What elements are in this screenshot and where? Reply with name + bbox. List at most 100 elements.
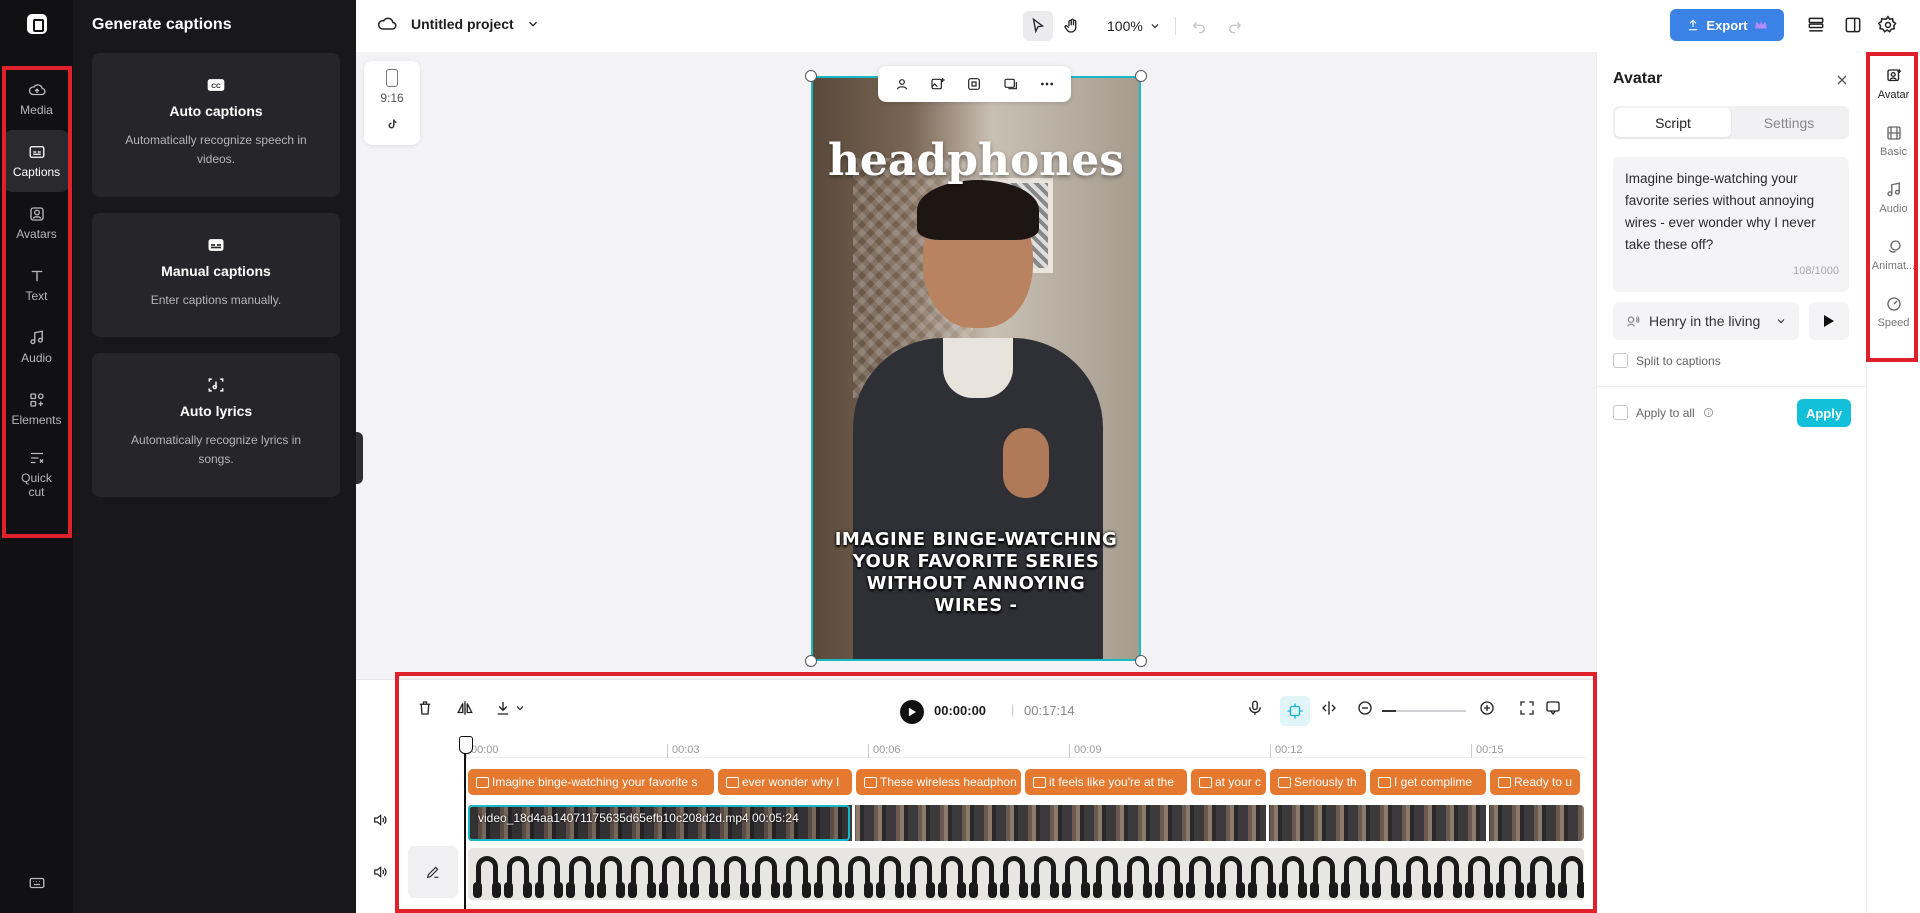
headphones-thumbnail <box>1062 856 1090 898</box>
current-time: 00:00:00 <box>934 703 987 718</box>
timeline-zoom-slider[interactable] <box>1382 710 1466 712</box>
caption-clip[interactable]: Seriously th <box>1270 769 1366 795</box>
trash-icon[interactable] <box>416 699 434 717</box>
layout-panel-icon[interactable] <box>1843 15 1863 35</box>
avatar-icon[interactable] <box>894 76 910 92</box>
time-ruler[interactable]: 00:00 00:03 00:06 00:09 00:12 00:15 <box>466 740 1586 758</box>
auto-captions-card[interactable]: CC Auto captions Automatically recognize… <box>92 53 340 197</box>
headphones-thumbnail <box>504 856 532 898</box>
apply-all-checkbox[interactable] <box>1613 405 1628 420</box>
zoom-dropdown[interactable]: 100% <box>1107 18 1161 34</box>
aspect-ratio-panel[interactable]: 9:16 <box>364 61 420 145</box>
chevron-down-icon <box>1151 24 1159 29</box>
edit-track-button[interactable] <box>408 846 458 898</box>
apply-button[interactable]: Apply <box>1797 399 1851 427</box>
resize-handle[interactable] <box>1135 70 1147 82</box>
headphones-thumbnail <box>1000 856 1028 898</box>
caption-clip[interactable]: Imagine binge-watching your favorite s <box>468 769 714 795</box>
export-button[interactable]: Export <box>1670 9 1784 41</box>
split-captions-checkbox[interactable] <box>1613 353 1628 368</box>
split-icon[interactable] <box>1320 699 1338 717</box>
rail-item-elements[interactable]: Elements <box>4 378 69 440</box>
info-icon[interactable] <box>1703 407 1714 418</box>
zoom-out-icon[interactable] <box>1356 699 1374 717</box>
split-captions-row: Split to captions <box>1613 353 1721 368</box>
crop-icon[interactable] <box>966 76 982 92</box>
microphone-icon[interactable] <box>1246 699 1264 717</box>
script-textarea[interactable]: Imagine binge-watching your favorite ser… <box>1613 157 1849 292</box>
app-logo <box>27 14 47 34</box>
video-track[interactable]: video_18d4aa14071175635d65efb10c208d2d.m… <box>468 805 1584 841</box>
rail-item-quick-cut[interactable]: Quick cut <box>4 440 69 508</box>
zoom-value: 100% <box>1107 18 1143 34</box>
right-rail-label: Audio <box>1879 202 1908 215</box>
image-track[interactable] <box>468 848 1584 900</box>
caption-clip[interactable]: at your c <box>1191 769 1266 795</box>
resize-handle[interactable] <box>805 655 817 667</box>
download-icon[interactable] <box>494 699 512 717</box>
resize-handle[interactable] <box>1135 655 1147 667</box>
aspect-ratio-label: 9:16 <box>380 91 404 105</box>
zoom-in-icon[interactable] <box>1478 699 1496 717</box>
crown-icon <box>1754 20 1767 29</box>
chevron-down-icon[interactable] <box>514 699 526 717</box>
comment-icon[interactable] <box>1544 699 1562 717</box>
playhead[interactable] <box>459 736 473 913</box>
card-desc: Automatically recognize speech in videos… <box>125 133 307 166</box>
split-captions-label: Split to captions <box>1636 353 1721 368</box>
resize-handle[interactable] <box>805 70 817 82</box>
caption-clip[interactable]: ever wonder why I <box>718 769 852 795</box>
rail-item-avatars[interactable]: Avatars <box>4 192 69 254</box>
rail-item-media[interactable]: Media <box>4 68 69 130</box>
caption-clip[interactable]: These wireless headphon <box>856 769 1021 795</box>
timeline-play-button[interactable] <box>900 700 924 724</box>
headphones-thumbnail <box>1155 856 1183 898</box>
timeline-toolbar: 00:00:00 | 00:17:14 <box>356 680 1596 736</box>
tab-script[interactable]: Script <box>1615 108 1731 137</box>
selected-video-clip[interactable]: video_18d4aa14071175635d65efb10c208d2d.m… <box>468 805 850 841</box>
auto-lyrics-card[interactable]: Auto lyrics Automatically recognize lyri… <box>92 353 340 497</box>
headphones-thumbnail <box>1248 856 1276 898</box>
rail-item-captions[interactable]: Captions <box>4 130 69 192</box>
video-preview[interactable]: headphones IMAGINE BINGE-WATCHING YOUR F… <box>811 76 1141 661</box>
speaker-icon[interactable] <box>372 864 388 880</box>
rail-item-audio[interactable]: Audio <box>4 316 69 378</box>
gear-icon[interactable] <box>1878 15 1898 35</box>
right-rail-basic[interactable]: Basic <box>1867 112 1920 169</box>
right-rail-animation[interactable]: Animat... <box>1867 226 1920 283</box>
rail-item-text[interactable]: Text <box>4 254 69 316</box>
keyboard-icon[interactable] <box>28 874 46 892</box>
right-rail-speed[interactable]: Speed <box>1867 283 1920 340</box>
right-rail-avatar[interactable]: Avatar <box>1867 55 1920 112</box>
snap-toggle[interactable] <box>1280 696 1310 726</box>
fullscreen-icon[interactable] <box>1518 699 1536 717</box>
chevron-down-icon <box>1777 319 1785 324</box>
video-caption-text[interactable]: IMAGINE BINGE-WATCHING YOUR FAVORITE SER… <box>831 529 1121 617</box>
select-tool-button[interactable] <box>1023 11 1053 41</box>
music-note-icon <box>1886 181 1900 196</box>
caption-clip[interactable]: Ready to u <box>1490 769 1580 795</box>
undo-icon[interactable] <box>1190 17 1208 35</box>
more-horizontal-icon[interactable] <box>1039 76 1055 92</box>
hand-tool-button[interactable] <box>1057 11 1087 41</box>
flip-icon[interactable] <box>456 699 474 717</box>
left-rail: Media Captions Avatars Text Audio Elemen… <box>0 0 73 913</box>
redo-icon[interactable] <box>1226 17 1244 35</box>
pointer-icon <box>1032 17 1045 34</box>
panel-collapse-handle[interactable] <box>356 432 363 484</box>
manual-captions-card[interactable]: Manual captions Enter captions manually. <box>92 213 340 337</box>
rail-item-label: Media <box>20 103 53 117</box>
tab-settings[interactable]: Settings <box>1731 108 1847 137</box>
caption-clip[interactable]: it feels like you're at the <box>1025 769 1187 795</box>
preview-voice-button[interactable] <box>1809 302 1849 340</box>
voice-select[interactable]: Henry in the living <box>1613 302 1799 340</box>
speaker-icon[interactable] <box>372 812 388 828</box>
project-menu[interactable]: Untitled project <box>377 14 554 34</box>
right-rail-audio[interactable]: Audio <box>1867 169 1920 226</box>
caption-clip[interactable]: I get complime <box>1370 769 1486 795</box>
video-title-text[interactable]: headphones <box>813 135 1139 186</box>
layers-icon[interactable] <box>1806 15 1826 35</box>
replace-image-icon[interactable] <box>930 76 946 92</box>
effects-icon[interactable] <box>1003 76 1019 92</box>
close-icon[interactable] <box>1834 72 1850 88</box>
